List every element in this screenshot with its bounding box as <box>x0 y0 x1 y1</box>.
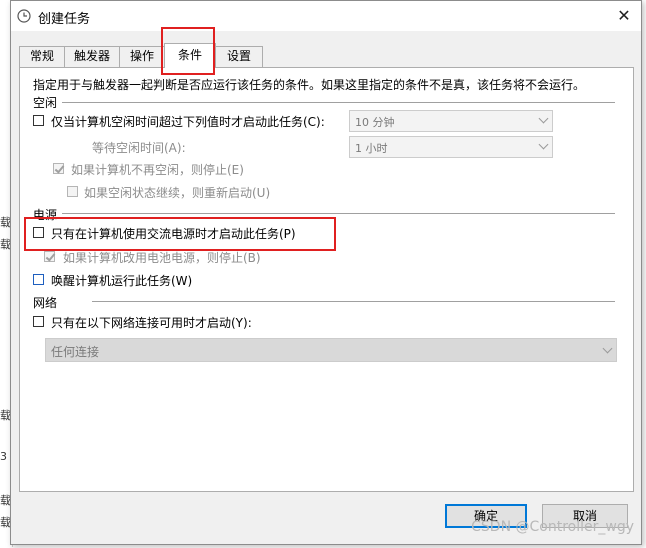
clock-icon <box>17 9 31 23</box>
create-task-dialog: 创建任务 ✕ 常规 触发器 操作 条件 设置 指定用于与触发器一起判断是否应运行… <box>10 0 642 545</box>
start-if-idle-label: 仅当计算机空闲时间超过下列值时才启动此任务(C): <box>51 115 325 129</box>
wake-computer-checkbox[interactable] <box>33 274 44 285</box>
check-mark-icon <box>45 251 56 262</box>
network-connection-select[interactable]: 任何连接 <box>45 338 617 362</box>
tab-general[interactable]: 常规 <box>19 46 65 67</box>
stop-if-not-idle-label: 如果计算机不再空闲，则停止(E) <box>71 163 244 177</box>
chevron-down-icon <box>538 113 549 124</box>
idle-group-divider <box>62 102 615 103</box>
restart-if-idle-checkbox[interactable] <box>67 186 78 197</box>
tab-actions[interactable]: 操作 <box>119 46 165 67</box>
conditions-panel: 指定用于与触发器一起判断是否应运行该任务的条件。如果这里指定的条件不是真，该任务… <box>19 67 634 492</box>
start-if-idle-checkbox[interactable] <box>33 115 44 126</box>
check-mark-icon <box>54 163 65 174</box>
stop-if-not-idle-checkbox[interactable] <box>53 163 65 174</box>
window-title: 创建任务 <box>38 12 91 27</box>
network-only-label: 只有在以下网络连接可用时才启动(Y): <box>51 316 252 330</box>
highlight-box-ac-power <box>24 217 336 251</box>
power-group-divider <box>62 213 615 214</box>
tab-settings[interactable]: 设置 <box>215 46 263 67</box>
tab-triggers[interactable]: 触发器 <box>64 46 120 67</box>
wake-computer-label: 唤醒计算机运行此任务(W) <box>51 274 193 288</box>
network-group-label: 网络 <box>33 296 58 310</box>
watermark-text: CSDN @Controller_wgy <box>471 519 634 535</box>
stop-on-battery-checkbox[interactable] <box>44 251 56 262</box>
chevron-down-icon <box>602 343 613 354</box>
restart-if-idle-label: 如果空闲状态继续，则重新启动(U) <box>84 186 271 200</box>
highlight-box-tab <box>161 27 215 75</box>
idle-group-label: 空闲 <box>33 96 58 110</box>
background-text: 3 <box>0 450 7 463</box>
wait-idle-select[interactable]: 1 小时 <box>349 136 553 158</box>
title-bar[interactable]: 创建任务 ✕ <box>11 1 641 31</box>
close-button[interactable]: ✕ <box>607 1 641 31</box>
wait-idle-label: 等待空闲时间(A): <box>92 141 186 155</box>
wait-idle-value: 1 小时 <box>355 142 388 155</box>
stop-on-battery-label: 如果计算机改用电池电源，则停止(B) <box>63 251 261 265</box>
conditions-description: 指定用于与触发器一起判断是否应运行该任务的条件。如果这里指定的条件不是真，该任务… <box>33 78 586 92</box>
idle-duration-value: 10 分钟 <box>355 116 395 129</box>
chevron-down-icon <box>538 139 549 150</box>
close-icon: ✕ <box>617 6 631 25</box>
idle-duration-select[interactable]: 10 分钟 <box>349 110 553 132</box>
network-connection-value: 任何连接 <box>51 345 100 359</box>
network-group-divider <box>92 301 615 302</box>
network-only-checkbox[interactable] <box>33 316 44 327</box>
